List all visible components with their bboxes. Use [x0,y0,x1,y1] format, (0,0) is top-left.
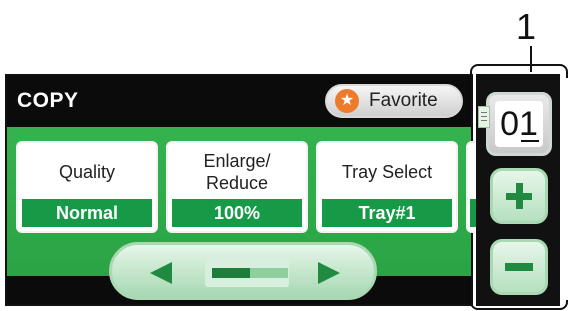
right-arrow-icon[interactable] [318,262,340,284]
left-arrow-icon[interactable] [150,262,172,284]
callout-number: 1 [516,6,537,47]
plus-button[interactable] [490,168,548,224]
tab-marker-icon [478,106,490,128]
setting-tray-select-button[interactable]: Tray Select Tray#1 [316,141,458,233]
settings-panel: Quality Normal Enlarge/ Reduce 100% Tray… [7,127,486,300]
scroll-indicator-thumb[interactable] [212,268,250,278]
plus-icon [506,183,532,209]
setting-tray-select-value: Tray#1 [322,199,452,227]
copy-count-cursor [521,140,539,142]
setting-quality-value: Normal [22,199,152,227]
setting-tray-select-label: Tray Select [341,162,433,182]
star-icon: ★ [335,89,359,113]
setting-enlarge-reduce-label: Enlarge/ Reduce [203,151,271,193]
setting-enlarge-reduce-button[interactable]: Enlarge/ Reduce 100% [166,141,308,233]
favorite-label: Favorite [369,90,438,111]
screen-title: COPY [17,89,79,112]
side-panel: 01 [476,74,560,306]
setting-enlarge-reduce-value: 100% [172,199,302,227]
minus-icon [505,263,533,271]
favorite-button[interactable]: ★ Favorite [325,84,463,118]
minus-button[interactable] [490,239,548,295]
copy-count-display[interactable]: 01 [486,92,552,156]
scroll-bar[interactable] [109,242,377,300]
setting-quality-button[interactable]: Quality Normal [16,141,158,233]
copy-screen: COPY ★ Favorite Quality Normal Enlarge/ … [5,74,486,306]
setting-quality-label: Quality [58,162,116,182]
